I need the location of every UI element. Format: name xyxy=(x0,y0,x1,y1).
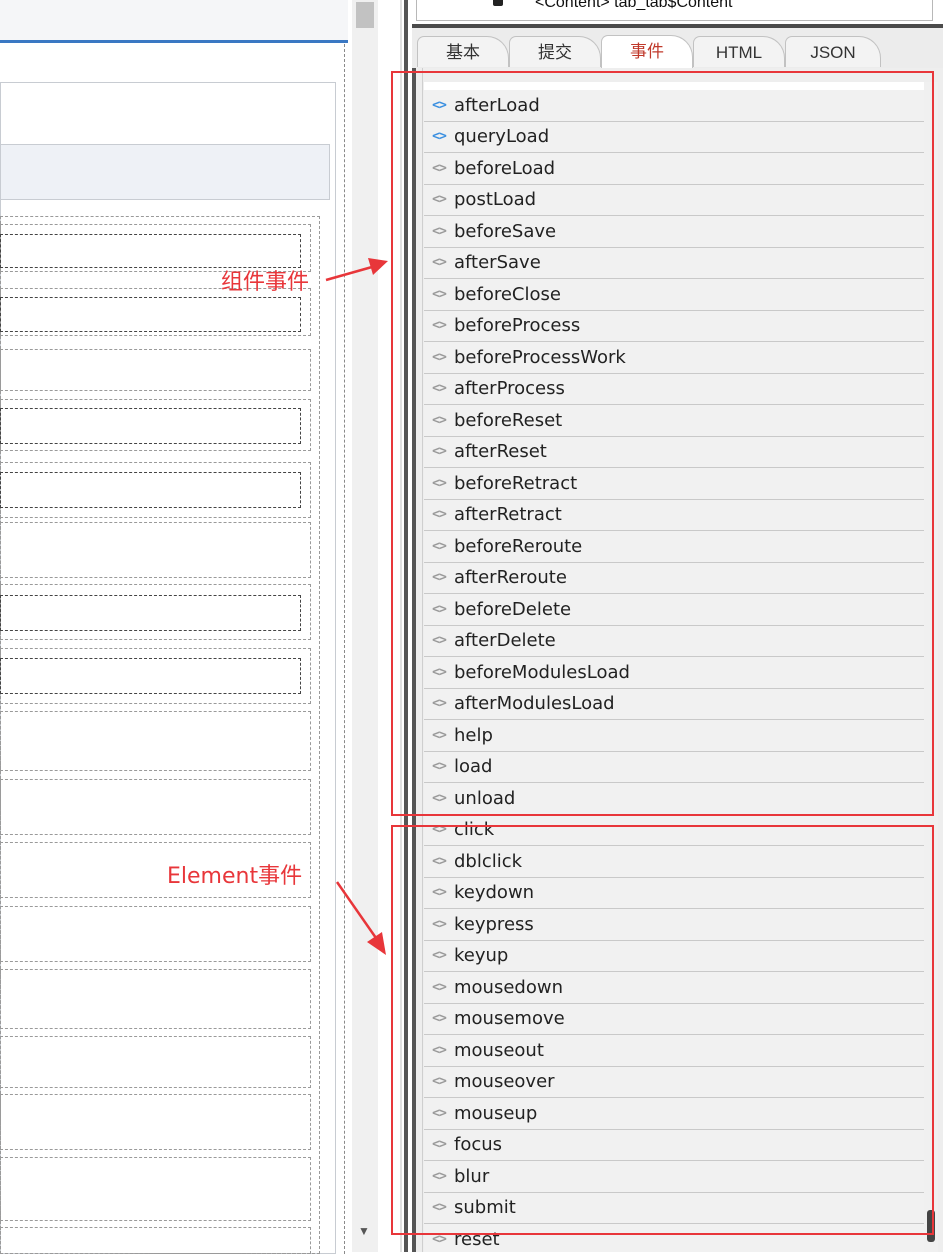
form-input-placeholder[interactable] xyxy=(0,234,301,268)
designer-scrollbar[interactable]: ▼ xyxy=(352,0,378,1252)
form-cell[interactable] xyxy=(0,522,311,578)
property-tabs: 基本 提交 事件 HTML JSON xyxy=(412,28,943,69)
form-cell[interactable] xyxy=(0,1036,311,1088)
form-designer-canvas: ▼ xyxy=(0,0,378,1254)
tab-events[interactable]: 事件 xyxy=(601,35,693,68)
designer-form-area xyxy=(0,44,345,1254)
tab-json[interactable]: JSON xyxy=(785,36,881,67)
form-cell[interactable] xyxy=(0,906,311,962)
tab-submit[interactable]: 提交 xyxy=(509,36,601,67)
form-input-placeholder[interactable] xyxy=(0,595,301,631)
form-cell[interactable] xyxy=(0,779,311,835)
element-events-highlight xyxy=(391,825,934,1235)
form-input-placeholder[interactable] xyxy=(0,658,301,694)
tree-node-label[interactable]: <Content> tab_tab$Content xyxy=(535,0,733,12)
tab-basic[interactable]: 基本 xyxy=(417,36,509,67)
tree-node-icon xyxy=(493,0,503,6)
designer-header-bar xyxy=(0,0,348,43)
form-cell[interactable] xyxy=(0,969,311,1029)
element-events-annotation: Element事件 xyxy=(167,864,303,889)
structure-tree: <Content> tab_tab$Content xyxy=(416,0,933,21)
component-events-highlight xyxy=(391,71,934,816)
form-cell[interactable] xyxy=(0,711,311,771)
form-cell[interactable] xyxy=(0,349,311,391)
form-cell[interactable] xyxy=(0,1227,311,1254)
form-cell[interactable] xyxy=(0,1094,311,1150)
form-input-placeholder[interactable] xyxy=(0,472,301,508)
scroll-down-arrow-icon[interactable]: ▼ xyxy=(358,1224,370,1238)
form-input-placeholder[interactable] xyxy=(0,408,301,444)
designer-scroll-thumb[interactable] xyxy=(356,2,374,28)
form-cell[interactable] xyxy=(0,1157,311,1221)
component-events-annotation: 组件事件 xyxy=(221,270,310,295)
form-title-block[interactable] xyxy=(0,144,330,200)
tab-html[interactable]: HTML xyxy=(693,36,785,67)
form-input-placeholder[interactable] xyxy=(0,297,301,332)
